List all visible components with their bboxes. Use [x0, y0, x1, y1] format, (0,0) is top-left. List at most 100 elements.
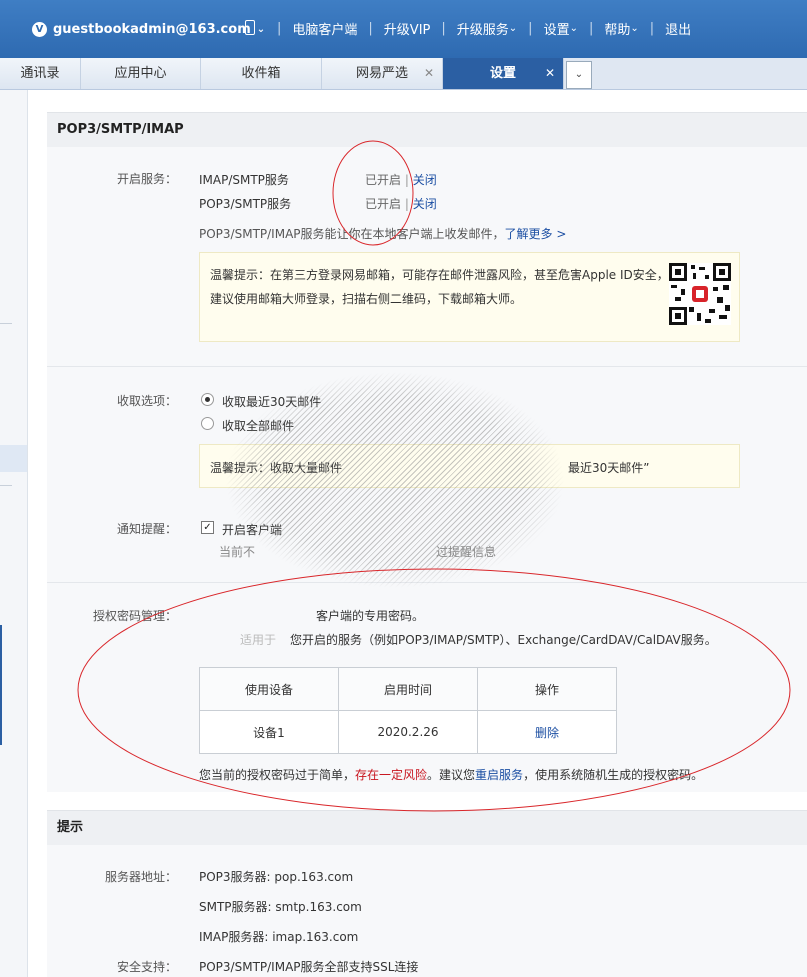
service-description: POP3/SMTP/IMAP服务能让你在本地客户端上收发邮件，了解更多 > [199, 225, 566, 242]
pop3-close-link[interactable]: 关闭 [413, 197, 437, 211]
security-label: 安全支持： [116, 960, 177, 974]
service-label: 开启服务： [116, 172, 177, 186]
delete-link[interactable]: 删除 [535, 726, 559, 740]
server-label: 服务器地址： [104, 870, 177, 884]
pop3-server: POP3服务器: pop.163.com [199, 870, 354, 884]
tip-text: 温馨提示：在第三方登录网易邮箱，可能存在邮件泄露风险，甚至危害Apple ID安… [210, 268, 669, 306]
notify-option-label: 开启客户端 [222, 523, 283, 537]
col-header-time: 启用时间 [338, 667, 478, 711]
section-title: 提示 [57, 820, 84, 835]
warn-text: 您当前的授权密码过于简单， [199, 768, 356, 782]
time-cell: 2020.2.26 [338, 710, 478, 754]
left-sidebar [0, 90, 28, 977]
tip-box-security: 温馨提示：在第三方登录网易邮箱，可能存在邮件泄露风险，甚至危害Apple ID安… [199, 252, 740, 342]
separator: | [404, 173, 409, 187]
chevron-down-icon: ⌄ [569, 23, 578, 34]
divider [47, 582, 807, 583]
close-icon[interactable]: ✕ [545, 58, 555, 89]
auth-line2: 您开启的服务（例如POP3/IMAP/SMTP）、Exchange/CardDA… [290, 633, 717, 647]
tab-label: 应用中心 [114, 66, 167, 81]
link-separator: | [277, 21, 282, 36]
top-link-0[interactable]: 电脑客户端 [292, 19, 357, 38]
pop3-service-status: 已开启 | 关闭 [365, 195, 437, 212]
account-menu[interactable]: V guestbookadmin@163.com ⌄ [32, 19, 265, 39]
sidebar-accent [0, 625, 2, 745]
link-separator: | [528, 21, 533, 36]
tab-label: 设置 [489, 66, 516, 81]
vip-badge-icon: V [32, 21, 47, 37]
link-separator: | [368, 21, 373, 36]
top-link-4[interactable]: 帮助 [604, 19, 630, 38]
tab-more-dropdown[interactable]: ⌄ [566, 61, 592, 89]
imap-service-name: IMAP/SMTP服务 [199, 173, 289, 187]
warn-text: ，使用系统随机生成的授权密码。 [523, 768, 704, 782]
top-link-2[interactable]: 升级服务 [457, 19, 509, 38]
tip-text: 温馨提示：收取大量邮件 [210, 461, 343, 475]
tip-text-tail: 最近30天邮件” [568, 461, 650, 475]
qr-code-icon [669, 263, 731, 325]
risk-text: 存在一定风险 [355, 768, 428, 782]
tab-app-center[interactable]: 应用中心 [81, 58, 201, 89]
tab-contacts[interactable]: 通讯录 [0, 58, 81, 89]
radio-all-mail[interactable] [201, 417, 214, 430]
section-header-tips: 提示 [47, 810, 807, 846]
tab-inbox[interactable]: 收件箱 [201, 58, 322, 89]
divider [0, 485, 12, 486]
top-link-3[interactable]: 设置 [544, 19, 570, 38]
divider [0, 323, 12, 324]
fetch-label: 收取选项： [116, 394, 177, 408]
tip-box-fetch: 温馨提示：收取大量邮件 最近30天邮件” [199, 444, 740, 488]
radio-all-mail-label: 收取全部邮件 [222, 419, 295, 433]
section-title: POP3/SMTP/IMAP [57, 122, 184, 137]
security-text: POP3/SMTP/IMAP服务全部支持SSL连接 [199, 960, 419, 974]
status-text: 已开启 [365, 197, 402, 211]
tab-settings[interactable]: 设置 ✕ [443, 58, 564, 89]
tab-label: 通讯录 [20, 66, 60, 81]
top-link-5[interactable]: 退出 [665, 19, 691, 38]
tab-yanxuan[interactable]: 网易严选 ✕ [322, 58, 443, 89]
tab-bar: 通讯录 应用中心 收件箱 网易严选 ✕ 设置 ✕ ⌄ [0, 58, 807, 90]
link-separator: | [649, 21, 655, 36]
imap-close-link[interactable]: 关闭 [413, 173, 437, 187]
pop3-service-name: POP3/SMTP服务 [199, 197, 292, 211]
sidebar-item-selected[interactable] [0, 445, 27, 472]
chevron-down-icon: ⌄ [574, 69, 584, 80]
radio-recent-30[interactable] [201, 393, 214, 406]
mobile-phone-icon[interactable] [245, 20, 255, 35]
notify-sub-text: 当前不 [219, 545, 256, 559]
device-cell: 设备1 [199, 710, 339, 754]
device-table: 使用设备 启用时间 操作 设备1 2020.2.26 删除 [199, 667, 617, 754]
notify-label: 通知提醒： [116, 522, 177, 536]
chevron-down-icon: ⌄ [256, 23, 266, 35]
top-links: | 电脑客户端 | 升级VIP | 升级服务 ⌄ | 设置 ⌄ | 帮助 ⌄ | 退出 [266, 19, 691, 38]
close-icon[interactable]: ✕ [424, 58, 434, 89]
auth-line1: 客户端的专用密码。 [316, 609, 425, 623]
action-cell: 删除 [477, 710, 617, 754]
top-bar: V guestbookadmin@163.com ⌄ | 电脑客户端 | 升级VIP |… [0, 0, 807, 58]
restart-service-link[interactable]: 重启服务 [475, 768, 523, 782]
table-header-row: 使用设备 启用时间 操作 [199, 667, 617, 711]
table-row: 设备1 2020.2.26 删除 [199, 710, 617, 754]
imap-service-status: 已开启 | 关闭 [365, 171, 437, 188]
link-separator: | [588, 21, 594, 36]
smtp-server: SMTP服务器: smtp.163.com [199, 900, 362, 914]
warn-text: 。建议您 [427, 768, 476, 782]
divider [47, 366, 807, 367]
top-link-1[interactable]: 升级VIP [384, 19, 431, 38]
col-header-device: 使用设备 [199, 667, 339, 711]
link-separator: | [441, 21, 446, 36]
section-header-pop3: POP3/SMTP/IMAP [47, 112, 807, 148]
notify-checkbox[interactable]: ✓ [201, 521, 214, 534]
tab-label: 收件箱 [241, 66, 281, 81]
separator: | [404, 197, 409, 211]
tab-label: 网易严选 [355, 66, 408, 81]
chevron-down-icon: ⌄ [630, 23, 639, 34]
imap-server: IMAP服务器: imap.163.com [199, 930, 359, 944]
status-text: 已开启 [365, 173, 402, 187]
account-name: guestbookadmin@163.com [53, 21, 251, 37]
col-header-action: 操作 [477, 667, 617, 711]
chevron-down-icon: ⌄ [508, 23, 518, 34]
auth-line2-prefix: 适用于 [240, 633, 277, 647]
learn-more-link[interactable]: 了解更多 > [505, 227, 567, 241]
desc-text: POP3/SMTP/IMAP服务能让你在本地客户端上收发邮件， [199, 227, 505, 241]
